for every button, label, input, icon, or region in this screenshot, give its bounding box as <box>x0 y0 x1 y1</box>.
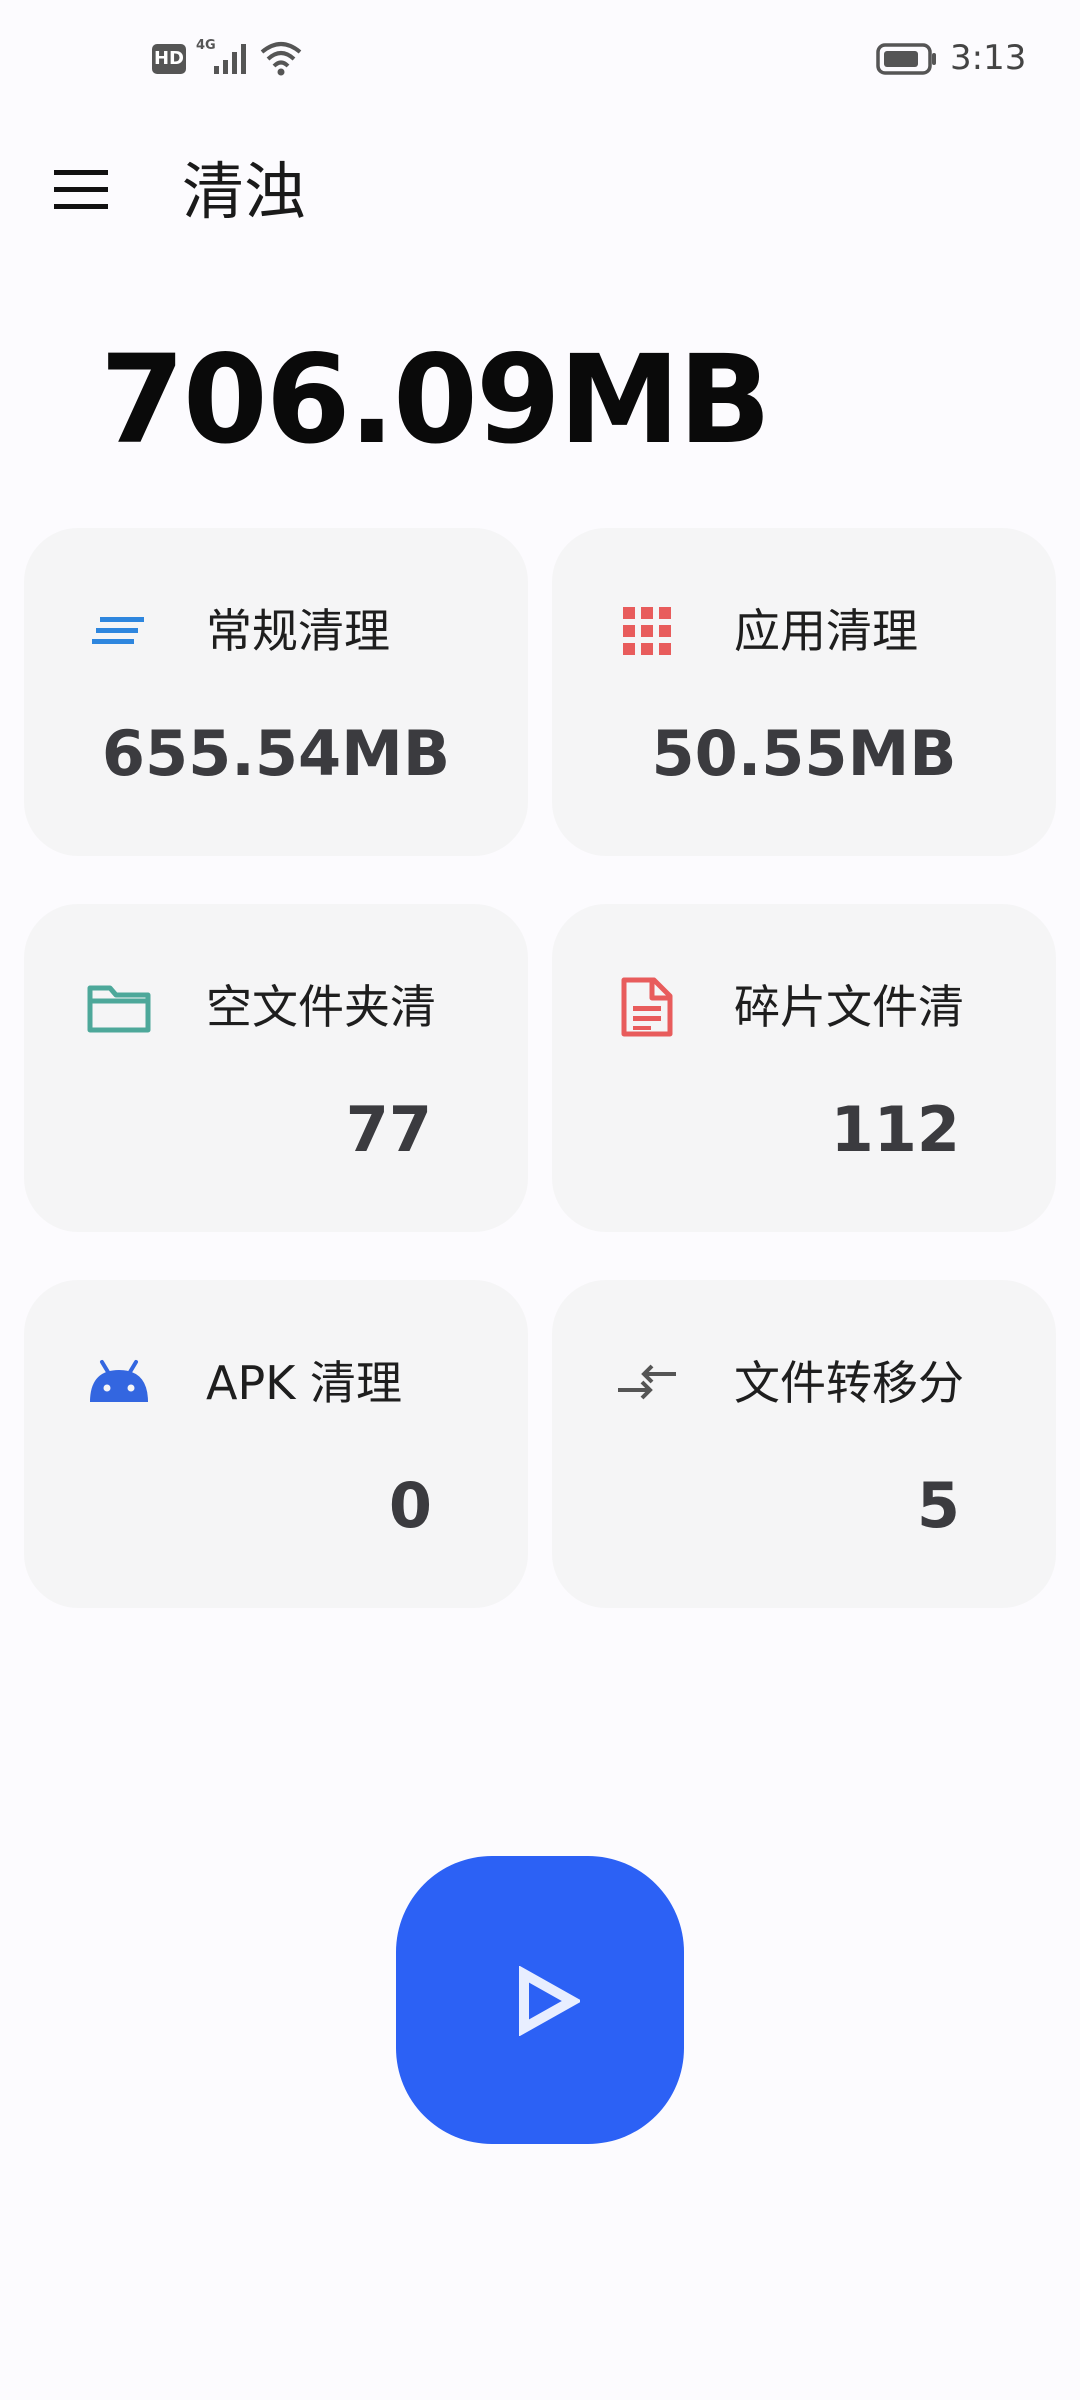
document-icon <box>621 977 673 1037</box>
menu-icon[interactable] <box>52 166 112 214</box>
clock: 3:13 <box>950 38 1027 78</box>
lines-icon <box>92 617 144 644</box>
card-value: 77 <box>345 1093 432 1166</box>
grid-icon <box>623 607 671 655</box>
start-clean-button[interactable] <box>396 1856 684 2144</box>
signal-strength-icon <box>214 44 246 74</box>
card-label: 碎片文件清 <box>734 980 964 1034</box>
card-fragment-file-clean[interactable]: 碎片文件清 112 <box>552 904 1056 1232</box>
battery-icon <box>876 43 936 75</box>
wifi-icon <box>260 42 302 76</box>
play-icon <box>519 1966 580 2036</box>
app-title: 清浊 <box>182 155 307 228</box>
status-bar: HD 4G 3:13 <box>0 0 1080 120</box>
total-junk-size: 706.09MB <box>100 329 771 471</box>
hd-badge: HD <box>152 44 186 74</box>
card-label: APK 清理 <box>206 1356 402 1410</box>
card-value: 5 <box>916 1469 960 1542</box>
android-icon <box>90 1360 148 1402</box>
card-value: 50.55MB <box>651 717 957 790</box>
card-apk-clean[interactable]: APK 清理 0 <box>24 1280 528 1608</box>
card-value: 112 <box>830 1093 960 1166</box>
card-value: 655.54MB <box>101 717 451 790</box>
folder-icon <box>87 985 151 1033</box>
card-file-transfer[interactable]: 文件转移分 5 <box>552 1280 1056 1608</box>
card-label: 文件转移分 <box>734 1356 964 1410</box>
card-value: 0 <box>388 1469 432 1542</box>
card-app-clean[interactable]: 应用清理 50.55MB <box>552 528 1056 856</box>
card-label: 空文件夹清 <box>206 980 436 1034</box>
card-label: 应用清理 <box>734 604 918 658</box>
card-label: 常规清理 <box>206 604 390 658</box>
card-general-clean[interactable]: 常规清理 655.54MB <box>24 528 528 856</box>
card-empty-folder-clean[interactable]: 空文件夹清 77 <box>24 904 528 1232</box>
transfer-arrows-icon <box>618 1364 676 1400</box>
